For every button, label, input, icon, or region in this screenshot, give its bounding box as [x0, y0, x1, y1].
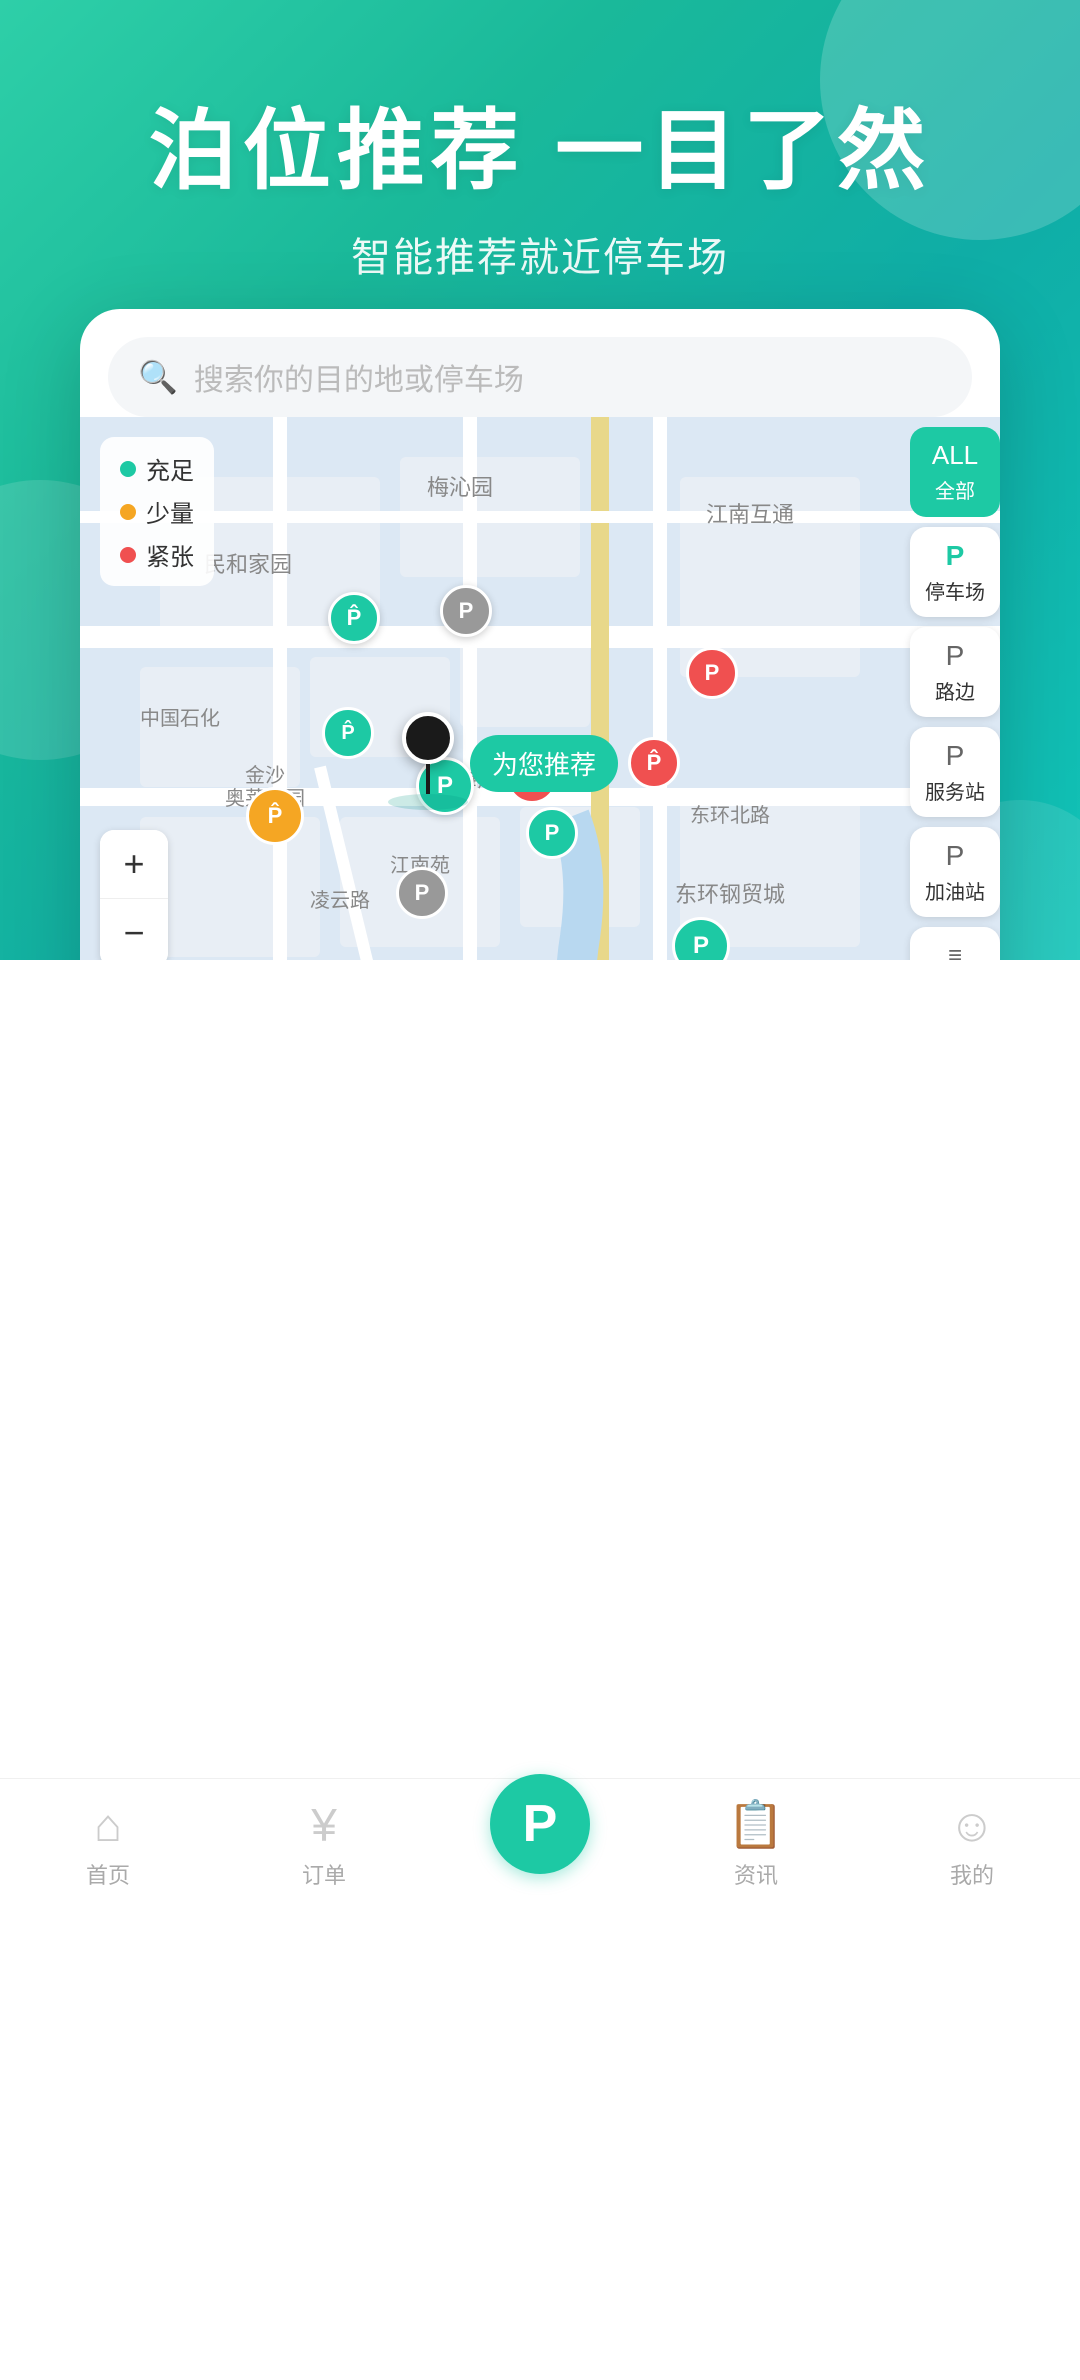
filter-btn-parking[interactable]: P 停车场: [910, 527, 1000, 617]
legend-sufficient: 充足: [120, 451, 194, 486]
filter-label-roadside: 路边: [935, 676, 975, 705]
legend-dot-tight: [120, 547, 136, 563]
zoom-out-button[interactable]: −: [100, 899, 168, 960]
pin-red-2[interactable]: P̂: [628, 737, 680, 789]
filter-icon-roadside: P: [946, 640, 965, 672]
hero-subtitle: 智能推荐就近停车场: [351, 225, 729, 283]
map-legend: 充足 少量 紧张: [100, 437, 214, 586]
map-background: 民和家园 梅沁园 江南互通 中国石化 金沙 奥莱公园 东环北路 东环钢贸城 梅江…: [80, 417, 1000, 960]
legend-label-sufficient: 充足: [146, 451, 194, 486]
nav-item-mine[interactable]: ☺ 我的: [864, 1798, 1080, 1890]
pin-gray-1[interactable]: P: [440, 585, 492, 637]
filter-btn-traffic[interactable]: ≡ 路况查询: [910, 927, 1000, 960]
parking-center-button[interactable]: P: [490, 1774, 590, 1874]
home-icon: ⌂: [94, 1798, 122, 1852]
filter-btn-gas[interactable]: P 加油站: [910, 827, 1000, 917]
filter-label-all: 全部: [935, 475, 975, 504]
spacer: [0, 960, 1080, 2380]
filter-icon-gas: P: [946, 840, 965, 872]
svg-text:金沙: 金沙: [245, 764, 285, 787]
pin-green-3[interactable]: P: [526, 807, 578, 859]
pin-red-1[interactable]: P: [686, 647, 738, 699]
nav-item-parking[interactable]: P: [432, 1814, 648, 1874]
search-placeholder: 搜索你的目的地或停车场: [194, 355, 524, 399]
zoom-in-button[interactable]: +: [100, 830, 168, 898]
legend-dot-few: [120, 504, 136, 520]
hero-title: 泊位推荐 一目了然: [149, 100, 931, 201]
svg-text:民和家园: 民和家园: [204, 552, 292, 577]
pin-green-1[interactable]: P̂: [328, 592, 380, 644]
filter-icon-all: ALL: [932, 440, 978, 471]
legend-dot-sufficient: [120, 461, 136, 477]
map-card-wrapper: 🔍 搜索你的目的地或停车场: [80, 309, 1000, 960]
nav-item-order[interactable]: ¥ 订单: [216, 1798, 432, 1890]
mine-icon: ☺: [949, 1798, 996, 1852]
nav-item-home[interactable]: ⌂ 首页: [0, 1798, 216, 1890]
nav-label-news: 资讯: [734, 1858, 778, 1890]
bottom-nav: ⌂ 首页 ¥ 订单 P 📋 资讯 ☺ 我的: [0, 1778, 1080, 1920]
hero-blob-top: [820, 0, 1080, 240]
order-icon: ¥: [311, 1798, 337, 1852]
svg-text:东环北路: 东环北路: [690, 804, 770, 827]
map-area[interactable]: 民和家园 梅沁园 江南互通 中国石化 金沙 奥莱公园 东环北路 东环钢贸城 梅江…: [80, 417, 1000, 960]
svg-text:梅沁园: 梅沁园: [427, 475, 493, 500]
legend-label-tight: 紧张: [146, 537, 194, 572]
nav-item-news[interactable]: 📋 资讯: [648, 1797, 864, 1890]
search-bar[interactable]: 🔍 搜索你的目的地或停车场: [108, 337, 972, 417]
svg-text:凌云路: 凌云路: [310, 889, 370, 912]
legend-few: 少量: [120, 494, 194, 529]
nav-label-home: 首页: [86, 1858, 130, 1890]
search-icon: 🔍: [138, 358, 178, 396]
filter-icon-service: P: [946, 740, 965, 772]
map-card: 🔍 搜索你的目的地或停车场: [80, 309, 1000, 960]
filter-btn-roadside[interactable]: P 路边: [910, 627, 1000, 717]
legend-tight: 紧张: [120, 537, 194, 572]
filter-label-gas: 加油站: [925, 876, 985, 905]
recommendation-label: 为您推荐: [470, 735, 618, 792]
pin-green-5[interactable]: P̂: [322, 707, 374, 759]
filter-btn-all[interactable]: ALL 全部: [910, 427, 1000, 517]
svg-text:江南互通: 江南互通: [706, 502, 794, 527]
pin-yellow-1[interactable]: P̂: [246, 787, 304, 845]
legend-label-few: 少量: [146, 494, 194, 529]
filter-label-service: 服务站: [925, 776, 985, 805]
filter-sidebar: ALL 全部 P 停车场 P 路边 P 服务站: [910, 427, 1000, 960]
svg-text:中国石化: 中国石化: [140, 707, 220, 730]
news-icon: 📋: [727, 1797, 784, 1852]
parking-center-icon: P: [523, 1794, 558, 1854]
filter-btn-service[interactable]: P 服务站: [910, 727, 1000, 817]
main-location-pin: [388, 712, 468, 810]
nav-label-order: 订单: [302, 1858, 346, 1890]
zoom-controls: + −: [100, 830, 168, 960]
filter-icon-traffic: ≡: [948, 942, 962, 961]
filter-icon-parking: P: [946, 540, 965, 572]
svg-text:东环钢贸城: 东环钢贸城: [675, 882, 785, 907]
hero-section: 泊位推荐 一目了然 智能推荐就近停车场 🔍 搜索你的目的地或停车场: [0, 0, 1080, 960]
filter-label-parking: 停车场: [925, 576, 985, 605]
nav-label-mine: 我的: [950, 1858, 994, 1890]
pin-gray-2[interactable]: P: [396, 867, 448, 919]
